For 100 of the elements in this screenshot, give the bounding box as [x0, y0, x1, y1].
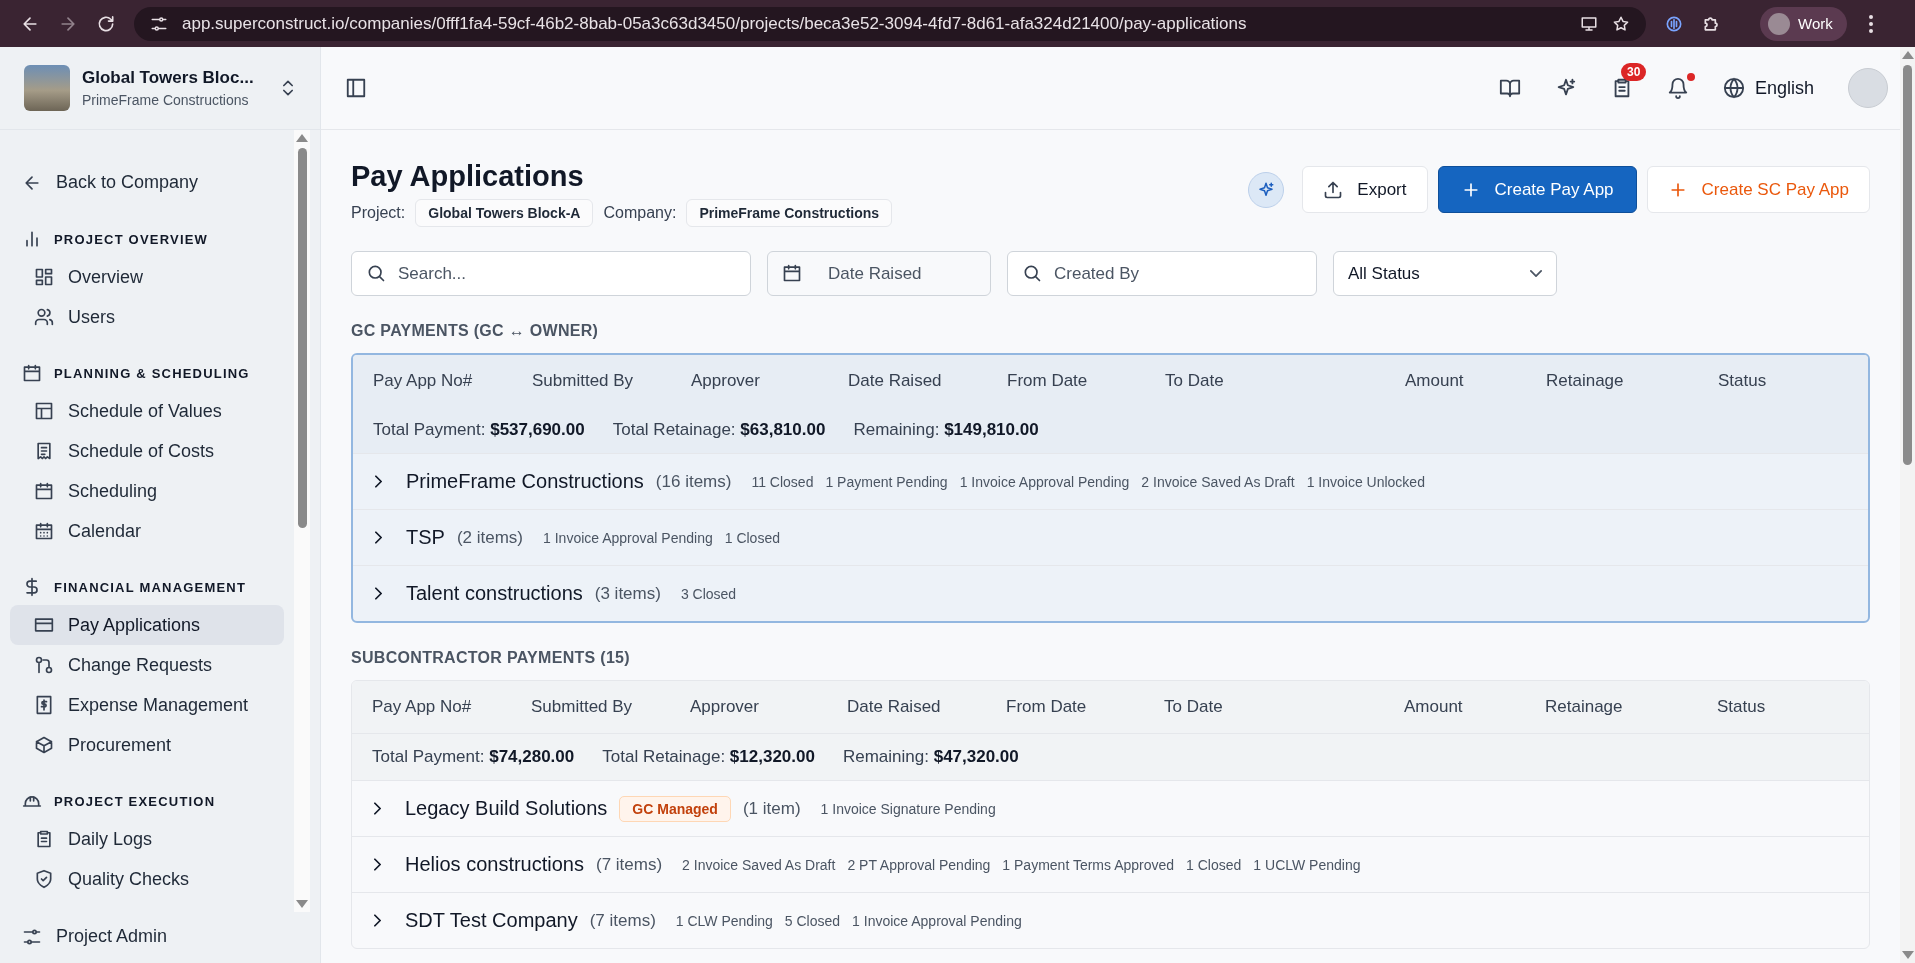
section-heading: SUBCONTRACTOR PAYMENTS (15): [351, 649, 631, 667]
chevron-right-icon[interactable]: [374, 914, 381, 927]
sidebar-item[interactable]: Daily Logs: [10, 819, 284, 859]
column-header[interactable]: Submitted By: [531, 697, 690, 717]
column-header[interactable]: Amount: [1405, 371, 1546, 391]
column-header[interactable]: Amount: [1404, 697, 1545, 717]
section-heading: PROJECT EXECUTION: [54, 793, 216, 809]
group-row[interactable]: Talent constructions (3 items) 3 Closed: [353, 566, 1868, 621]
column-header[interactable]: Status: [1717, 697, 1849, 717]
column-header[interactable]: From Date: [1006, 697, 1164, 717]
column-header[interactable]: Pay App No#: [373, 371, 532, 391]
column-header[interactable]: To Date: [1165, 371, 1405, 391]
group-row[interactable]: SDT Test Company (7 items) 1 CLW Pending 5 Closed 1 Invoice Approval Pending: [352, 893, 1869, 948]
profile-button[interactable]: Work: [1760, 6, 1847, 41]
project-switcher[interactable]: Global Towers Bloc... PrimeFrame Constructions: [0, 47, 320, 130]
group-row[interactable]: Legacy Build Solutions GC Managed (1 item) 1 Invoice Signature Pending: [352, 781, 1869, 837]
address-bar[interactable]: app.superconstruct.io/companies/0fff1fa4-59cf-46b2-8bab-05a3c63d3450/projects/beca3e52-3094-4fd7-8d61-afa324d21400/pay-applications: [134, 6, 1646, 41]
site-settings-icon[interactable]: [150, 14, 168, 33]
item-count: (2 items): [456, 527, 524, 548]
status-count: 1 Payment Terms Approved: [1002, 856, 1175, 873]
group-row[interactable]: TSP (2 items) 1 Invoice Approval Pending 1 Closed: [353, 510, 1868, 566]
status-count: 11 Closed: [751, 473, 814, 490]
total-text: Total Payment: $537,690.00: [373, 420, 585, 440]
column-header[interactable]: Approver: [690, 697, 847, 717]
group-name: Talent constructions: [406, 582, 583, 605]
sidebar-item[interactable]: Calendar: [10, 511, 284, 551]
column-header[interactable]: Retainage: [1546, 371, 1718, 391]
sidebar-item[interactable]: Pay Applications: [10, 605, 284, 645]
calendar-icon: [782, 263, 802, 283]
company-label: Company:: [603, 204, 677, 222]
column-header[interactable]: Date Raised: [848, 371, 1007, 391]
export-button[interactable]: Export: [1302, 166, 1428, 213]
sidebar-toggle-icon[interactable]: [345, 77, 367, 99]
group-row[interactable]: Helios constructions (7 items) 2 Invoice Saved As Draft 2 PT Approval Pending 1 Payment Terms Approved 1 Closed 1 UCLW Pending: [352, 837, 1869, 893]
column-header[interactable]: From Date: [1007, 371, 1165, 391]
upload-icon: [1323, 179, 1344, 200]
project-admin-link[interactable]: Project Admin: [0, 912, 320, 963]
globe-icon: [1722, 77, 1745, 99]
chevron-right-icon[interactable]: [374, 858, 381, 871]
sidebar-item[interactable]: Schedule of Values: [10, 391, 284, 431]
section-heading: FINANCIAL MANAGEMENT: [54, 579, 247, 595]
ai-button[interactable]: [1248, 171, 1285, 208]
column-header[interactable]: Status: [1718, 371, 1848, 391]
language-selector[interactable]: English: [1722, 77, 1814, 99]
sidebar-item[interactable]: Expense Management: [10, 685, 284, 725]
column-header[interactable]: Approver: [691, 371, 848, 391]
sidebar-item[interactable]: Scheduling: [10, 471, 284, 511]
status-count: 1 CLW Pending: [675, 912, 773, 929]
sidebar-item[interactable]: Change Requests: [10, 645, 284, 685]
status-dropdown[interactable]: All Status: [1333, 251, 1557, 296]
status-count: 1 Payment Pending: [825, 473, 948, 490]
section-heading: PROJECT OVERVIEW: [54, 231, 209, 247]
project-tag: Global Towers Block-A: [415, 199, 594, 227]
create-pay-app-button[interactable]: Create Pay App: [1437, 166, 1637, 213]
chevron-right-icon[interactable]: [374, 802, 381, 815]
created-by-field[interactable]: Created By: [1007, 251, 1317, 296]
status-count: 1 Invoice Approval Pending: [852, 912, 1022, 929]
sidebar-item[interactable]: Overview: [10, 257, 284, 297]
column-header[interactable]: Pay App No#: [372, 697, 531, 717]
group-row[interactable]: PrimeFrame Constructions (16 items) 11 Closed 1 Payment Pending 1 Invoice Approval Pending 2 Invoice Saved As Draft 1 Invoice Unlocked: [353, 454, 1868, 510]
column-header[interactable]: Retainage: [1545, 697, 1717, 717]
status-count: 5 Closed: [784, 912, 841, 929]
chevron-right-icon[interactable]: [375, 475, 382, 488]
users-icon: [34, 307, 54, 327]
item-count: (7 items): [589, 910, 656, 931]
column-header[interactable]: Date Raised: [847, 697, 1006, 717]
status-count: 3 Closed: [680, 585, 737, 602]
page-scrollbar[interactable]: [1900, 47, 1915, 963]
section-heading: GC PAYMENTS (GC ↔ OWNER): [351, 322, 600, 340]
project-name: Global Towers Bloc...: [82, 68, 255, 88]
book-icon[interactable]: [1498, 77, 1521, 99]
sidebar-item[interactable]: Quality Checks: [10, 859, 284, 899]
reload-icon[interactable]: [96, 13, 116, 34]
bell-icon[interactable]: [1666, 77, 1689, 99]
sidebar-item[interactable]: Procurement: [10, 725, 284, 765]
install-icon[interactable]: [1580, 14, 1598, 33]
status-count: 1 Invoice Approval Pending: [959, 473, 1130, 490]
sidebar-item[interactable]: Users: [10, 297, 284, 337]
managed-tag: GC Managed: [619, 795, 731, 822]
column-header[interactable]: Submitted By: [532, 371, 691, 391]
chevron-right-icon[interactable]: [375, 587, 382, 600]
search-field[interactable]: Search...: [351, 251, 751, 296]
create-sc-pay-app-button[interactable]: Create SC Pay App: [1646, 166, 1870, 213]
sidebar-item[interactable]: Schedule of Costs: [10, 431, 284, 471]
group-name: PrimeFrame Constructions: [406, 470, 644, 493]
scrollbar[interactable]: [294, 130, 310, 912]
column-header[interactable]: To Date: [1164, 697, 1404, 717]
group-name: SDT Test Company: [405, 909, 578, 932]
url-text: app.superconstruct.io/companies/0fff1fa4-59cf-46b2-8bab-05a3c63d3450/projects/beca3e52-3094-4fd7-8d61-afa324d21400/pay-applications: [182, 13, 1248, 34]
card-icon: [34, 615, 54, 635]
status-count: 1 Invoice Signature Pending: [820, 800, 996, 817]
dashboard-icon: [34, 267, 54, 287]
bookmark-star-icon[interactable]: [1612, 14, 1630, 33]
calendar-icon: [22, 363, 42, 383]
date-field[interactable]: Date Raised: [767, 251, 991, 296]
chevron-right-icon[interactable]: [375, 531, 382, 544]
calendar-icon: [34, 481, 54, 501]
shield-icon: [34, 869, 54, 889]
status-count: 1 Invoice Approval Pending: [543, 529, 713, 546]
back-link[interactable]: Back to Company: [10, 162, 284, 203]
